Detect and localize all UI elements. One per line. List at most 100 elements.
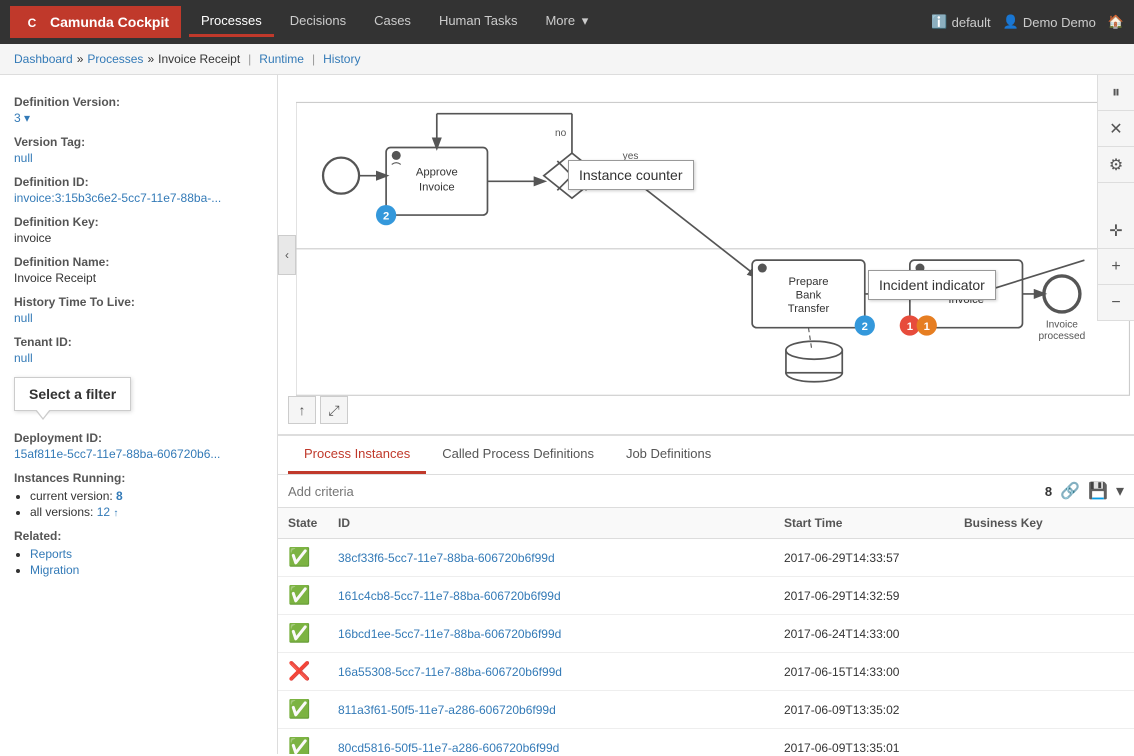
instance-id-link[interactable]: 811a3f61-50f5-11e7-a286-606720b6f99d: [338, 703, 556, 717]
diagram-area[interactable]: ‹ Approve Invoice 2: [278, 75, 1134, 434]
filter-input[interactable]: [288, 484, 1037, 499]
history-time-value: null: [14, 311, 263, 325]
breadcrumb-dashboard[interactable]: Dashboard: [14, 52, 73, 66]
tab-called-process-definitions[interactable]: Called Process Definitions: [426, 436, 610, 474]
breadcrumb: Dashboard » Processes » Invoice Receipt …: [0, 44, 1134, 75]
move-icon[interactable]: ✛: [1098, 213, 1134, 249]
definition-version-label: Definition Version:: [14, 95, 263, 109]
status-ok-icon: ✅: [288, 547, 310, 567]
instance-id-link[interactable]: 16bcd1ee-5cc7-11e7-88ba-606720b6f99d: [338, 627, 561, 641]
deployment-id-value[interactable]: 15af811e-5cc7-11e7-88ba-606720b6...: [14, 447, 263, 461]
sidebar: Definition Version: 3 ▾ Version Tag: nul…: [0, 75, 278, 754]
version-tag-label: Version Tag:: [14, 135, 263, 149]
home-icon[interactable]: 🏠: [1108, 14, 1124, 30]
svg-text:Invoice: Invoice: [1046, 320, 1078, 331]
svg-text:Prepare: Prepare: [788, 276, 828, 288]
chevron-down-icon[interactable]: ▾: [1116, 481, 1124, 501]
status-ok-icon: ✅: [288, 737, 310, 754]
pause-button[interactable]: ⏸: [1098, 75, 1134, 111]
nav-more[interactable]: More ▾: [533, 7, 600, 38]
user-menu[interactable]: 👤 Demo Demo: [1003, 14, 1096, 30]
col-business-key: Business Key: [964, 516, 1124, 530]
brand-label: Camunda Cockpit: [50, 14, 169, 30]
all-versions-label: all versions:: [30, 505, 93, 519]
svg-text:no: no: [555, 128, 567, 139]
related-reports[interactable]: Reports: [30, 547, 72, 561]
nav-human-tasks[interactable]: Human Tasks: [427, 7, 530, 37]
instance-counter-tooltip: Instance counter: [568, 160, 694, 190]
breadcrumb-process-name: Invoice Receipt: [158, 52, 240, 66]
start-time: 2017-06-15T14:33:00: [784, 665, 964, 679]
instance-id-link[interactable]: 80cd5816-50f5-11e7-a286-606720b6f99d: [338, 741, 559, 755]
instance-id-link[interactable]: 161c4cb8-5cc7-11e7-88ba-606720b6f99d: [338, 589, 561, 603]
expand-icon[interactable]: ↑: [288, 396, 316, 424]
table-row[interactable]: ✅ 161c4cb8-5cc7-11e7-88ba-606720b6f99d 2…: [278, 577, 1134, 615]
svg-text:1: 1: [924, 321, 930, 333]
svg-text:1: 1: [907, 321, 913, 333]
version-tag-value: null: [14, 151, 263, 165]
current-version-label: current version:: [30, 489, 113, 503]
definition-key-label: Definition Key:: [14, 215, 263, 229]
svg-text:C: C: [28, 16, 37, 30]
related-migration[interactable]: Migration: [30, 563, 79, 577]
nav-cases[interactable]: Cases: [362, 7, 423, 37]
definition-id-value[interactable]: invoice:3:15b3c6e2-5cc7-11e7-88ba-...: [14, 191, 263, 205]
table-row[interactable]: ✅ 80cd5816-50f5-11e7-a286-606720b6f99d 2…: [278, 729, 1134, 754]
breadcrumb-runtime[interactable]: Runtime: [259, 52, 304, 66]
definition-version-value[interactable]: 3 ▾: [14, 111, 263, 125]
instance-id-link[interactable]: 38cf33f6-5cc7-11e7-88ba-606720b6f99d: [338, 551, 555, 565]
breadcrumb-sep1: »: [77, 52, 84, 66]
tooltip-arrow: [35, 410, 51, 420]
zoom-out-button[interactable]: −: [1098, 285, 1134, 321]
zoom-in-button[interactable]: +: [1098, 249, 1134, 285]
breadcrumb-history[interactable]: History: [323, 52, 360, 66]
tab-process-instances[interactable]: Process Instances: [288, 436, 426, 474]
related-label: Related:: [14, 529, 263, 543]
svg-text:processed: processed: [1039, 331, 1086, 342]
filter-count: 8: [1045, 484, 1052, 499]
link-icon[interactable]: 🔗: [1060, 481, 1080, 501]
table-row[interactable]: ✅ 811a3f61-50f5-11e7-a286-606720b6f99d 2…: [278, 691, 1134, 729]
nav-processes[interactable]: Processes: [189, 7, 274, 37]
tabs: Process Instances Called Process Definit…: [278, 436, 1134, 475]
info-icon[interactable]: ℹ️ default: [931, 14, 990, 30]
collapse-sidebar-button[interactable]: ‹: [278, 235, 296, 275]
instances-running-label: Instances Running:: [14, 471, 263, 485]
status-ok-icon: ✅: [288, 585, 310, 605]
nav-right: ℹ️ default 👤 Demo Demo 🏠: [931, 14, 1124, 30]
status-ok-icon: ✅: [288, 623, 310, 643]
table-row[interactable]: ✅ 38cf33f6-5cc7-11e7-88ba-606720b6f99d 2…: [278, 539, 1134, 577]
table-header: State ID Start Time Business Key: [278, 508, 1134, 539]
svg-text:2: 2: [862, 321, 868, 333]
svg-text:Bank: Bank: [796, 289, 822, 301]
select-filter-tooltip: Select a filter: [14, 377, 131, 411]
tenant-id-label: Tenant ID:: [14, 335, 263, 349]
tab-job-definitions[interactable]: Job Definitions: [610, 436, 727, 474]
save-icon[interactable]: 💾: [1088, 481, 1108, 501]
close-button[interactable]: ✕: [1098, 111, 1134, 147]
all-versions-value[interactable]: 12: [97, 505, 110, 519]
table-body: ✅ 38cf33f6-5cc7-11e7-88ba-606720b6f99d 2…: [278, 539, 1134, 754]
chevron-down-icon: ▾: [582, 13, 589, 28]
start-time: 2017-06-29T14:33:57: [784, 551, 964, 565]
diagram-controls: ⏸ ✕ ⚙ ✛ + −: [1097, 75, 1134, 321]
current-version-value[interactable]: 8: [116, 489, 123, 503]
filter-bar: 8 🔗 💾 ▾: [278, 475, 1134, 508]
history-time-label: History Time To Live:: [14, 295, 263, 309]
bottom-panel: Process Instances Called Process Definit…: [278, 434, 1134, 754]
instance-id-link[interactable]: 16a55308-5cc7-11e7-88ba-606720b6f99d: [338, 665, 562, 679]
fullscreen-icon[interactable]: ⤢: [320, 396, 348, 424]
brand[interactable]: C Camunda Cockpit: [10, 6, 181, 38]
settings-button[interactable]: ⚙: [1098, 147, 1134, 183]
start-time: 2017-06-09T13:35:02: [784, 703, 964, 717]
breadcrumb-processes[interactable]: Processes: [87, 52, 143, 66]
up-arrow-icon: ↑: [113, 508, 118, 519]
definition-name-label: Definition Name:: [14, 255, 263, 269]
table-row[interactable]: ❌ 16a55308-5cc7-11e7-88ba-606720b6f99d 2…: [278, 653, 1134, 691]
breadcrumb-sep2: »: [147, 52, 154, 66]
deployment-id-label: Deployment ID:: [14, 431, 263, 445]
start-time: 2017-06-24T14:33:00: [784, 627, 964, 641]
nav-decisions[interactable]: Decisions: [278, 7, 358, 37]
table-row[interactable]: ✅ 16bcd1ee-5cc7-11e7-88ba-606720b6f99d 2…: [278, 615, 1134, 653]
svg-text:Approve: Approve: [416, 167, 458, 179]
